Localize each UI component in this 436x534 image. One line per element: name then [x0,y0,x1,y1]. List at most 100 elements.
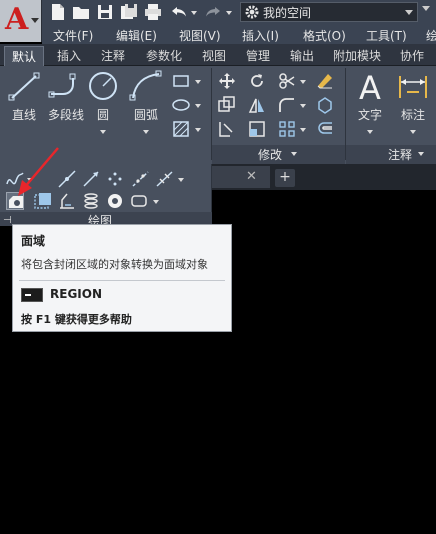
fillet-icon[interactable] [278,96,296,114]
menu-tools[interactable]: 工具(T) [366,27,407,44]
save-as-icon[interactable] [120,3,138,21]
close-icon[interactable]: ✕ [246,169,257,184]
new-file-icon[interactable] [49,3,67,21]
redo-icon[interactable] [204,3,222,21]
workspace-selector[interactable]: 我的空间 [240,2,418,22]
ellipse-icon[interactable] [172,96,190,114]
arc-icon [129,70,162,101]
fillet-dropdown-icon[interactable] [300,104,306,108]
rectangle-icon[interactable] [172,72,190,90]
divide-icon[interactable] [132,170,150,188]
hatch-icon[interactable] [172,120,190,138]
file-tab[interactable]: ✕ [212,166,270,188]
menu-bar: 文件(F) 编辑(E) 视图(V) 插入(I) 格式(O) 工具(T) 绘 [42,26,436,44]
circle-tool-button[interactable]: 圆 [87,70,119,123]
open-folder-icon[interactable] [72,3,90,21]
measure-icon[interactable] [156,170,174,188]
offset-icon[interactable] [316,120,334,138]
menu-view[interactable]: 视图(V) [179,27,221,44]
new-tab-button[interactable]: + [275,169,295,187]
revision-cloud-dropdown-icon[interactable] [153,200,159,204]
move-icon[interactable] [218,72,236,90]
circle-dropdown-icon[interactable] [100,130,106,134]
tooltip-help: 按 F1 键获得更多帮助 [21,313,132,326]
annotation-panel-expand-icon[interactable] [418,152,424,156]
application-menu-button[interactable]: A [0,0,42,42]
title-bar: A 我的空间 [0,0,436,42]
hatch-dropdown-icon[interactable] [195,128,201,132]
helix-icon[interactable] [82,192,100,210]
arc-tool-label: 圆弧 [133,108,158,122]
chevron-down-icon [405,10,413,15]
tab-annotate[interactable]: 注释 [94,46,132,66]
explode-icon[interactable] [316,96,334,114]
line-tool-button[interactable]: 直线 [6,70,42,123]
menu-format[interactable]: 格式(O) [303,27,346,44]
menu-edit[interactable]: 编辑(E) [116,27,157,44]
scale-icon[interactable] [248,120,266,138]
multiple-points-icon[interactable] [106,170,124,188]
mirror-icon[interactable] [248,96,266,114]
print-icon[interactable] [144,3,162,21]
tab-insert[interactable]: 插入 [50,46,88,66]
trim-icon[interactable] [278,72,296,90]
circle-icon [89,72,117,100]
tab-collaborate[interactable]: 协作 [392,46,432,66]
dimension-icon [399,76,427,98]
ellipse-dropdown-icon[interactable] [195,104,201,108]
array-icon[interactable] [278,120,296,138]
dimension-tool-label: 标注 [400,108,425,122]
undo-icon[interactable] [170,3,188,21]
tab-addins[interactable]: 附加模块 [326,46,388,66]
tab-default[interactable]: 默认 [4,46,44,66]
tooltip-command: REGION [50,287,102,301]
tab-parametric[interactable]: 参数化 [138,46,190,66]
menu-file[interactable]: 文件(F) [53,27,93,44]
rectangle-dropdown-icon[interactable] [195,80,201,84]
ribbon-tab-bar: 默认 插入 注释 参数化 视图 管理 输出 附加模块 协作 [0,44,436,66]
modify-panel-title[interactable]: 修改 [258,146,282,163]
polyline-icon [48,73,76,98]
dimension-tool-button[interactable]: 标注 [394,70,432,123]
measure-dropdown-icon[interactable] [178,178,184,182]
workspace-name: 我的空间 [263,5,312,20]
tab-manage[interactable]: 管理 [239,46,277,66]
save-icon[interactable] [96,3,114,21]
circle-tool-label: 圆 [96,108,109,122]
copy-icon[interactable] [218,96,236,114]
gear-icon [245,5,259,19]
stretch-icon[interactable] [218,120,236,138]
text-icon: A [359,70,381,102]
modify-panel-expand-icon[interactable] [291,152,297,156]
revision-cloud-icon[interactable] [130,192,148,210]
svg-text:A: A [359,70,381,102]
tooltip-description: 将包含封闭区域的对象转换为面域对象 [21,258,208,271]
ray-icon[interactable] [82,170,100,188]
annotation-arrow-icon [18,147,59,196]
polyline-tool-button[interactable]: 多段线 [44,70,88,123]
trim-dropdown-icon[interactable] [300,80,306,84]
donut-icon[interactable] [106,192,124,210]
quick-access-more-icon[interactable] [422,6,430,11]
array-dropdown-icon[interactable] [300,128,306,132]
redo-dropdown-icon[interactable] [226,11,232,15]
dimension-dropdown-icon[interactable] [410,130,416,134]
rotate-icon[interactable] [248,72,266,90]
text-tool-button[interactable]: A 文字 [352,70,388,123]
line-icon [8,72,40,101]
arc-dropdown-icon[interactable] [143,130,149,134]
tooltip-title: 面域 [21,234,46,248]
drawing-canvas[interactable] [212,190,436,534]
tab-output[interactable]: 输出 [283,46,321,66]
pin-panel-icon[interactable]: ⊣ [3,215,12,226]
arc-tool-button[interactable]: 圆弧 [128,70,164,123]
undo-dropdown-icon[interactable] [191,11,197,15]
annotation-panel-title[interactable]: 注释 [388,146,412,163]
tab-view[interactable]: 视图 [195,46,233,66]
tooltip-divider [19,280,225,281]
menu-draw[interactable]: 绘 [426,27,436,44]
text-dropdown-icon[interactable] [367,130,373,134]
menu-insert[interactable]: 插入(I) [242,27,279,44]
text-tool-label: 文字 [357,108,382,122]
erase-icon[interactable] [316,72,334,90]
